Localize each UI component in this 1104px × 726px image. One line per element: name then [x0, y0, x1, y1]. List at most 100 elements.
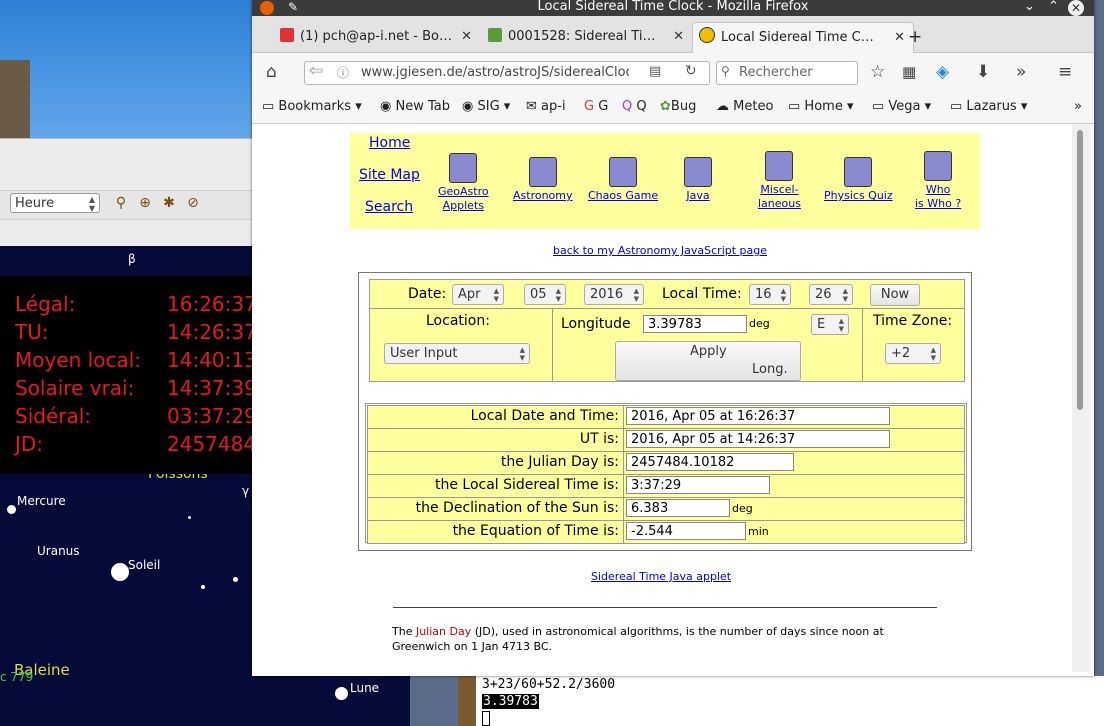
heure-select[interactable]: Heure ▲ ▼	[10, 193, 100, 213]
bookmark-star-icon[interactable]: ☆	[870, 53, 885, 91]
julian-day-output[interactable]: 2457484.10182	[626, 453, 794, 471]
crosshair-icon[interactable]: ⊕	[136, 194, 154, 212]
nav-sitemap-link[interactable]: Site Map	[359, 167, 420, 183]
info-icon[interactable]: ⓘ	[337, 64, 349, 81]
clock-label: JD:	[15, 432, 44, 456]
nav-java[interactable]: Java	[684, 157, 712, 203]
bookmark-bug[interactable]: ✿Bug	[660, 91, 696, 123]
east-west-value: E	[817, 317, 826, 332]
close-tab-icon[interactable]: ✕	[461, 22, 472, 52]
url-bar[interactable]: ⇦ ⓘ www.jgiesen.de/astro/astroJS/siderea…	[304, 61, 710, 85]
planet-label-uranus: Uranus	[37, 544, 80, 558]
clock-label: TU:	[15, 320, 49, 344]
menu-icon[interactable]: ≡	[1058, 53, 1072, 91]
result-label: Local Date and Time:	[470, 408, 619, 424]
result-value-cell: -2.544 min	[623, 520, 965, 544]
magic-wand-icon[interactable]: ✱	[160, 194, 178, 212]
nav-physics-quiz[interactable]: Physics Quiz	[824, 157, 893, 203]
bookmark-vega[interactable]: ▭ Vega ▾	[872, 91, 931, 123]
tab-mantis[interactable]: 0001528: Sidereal Ti… ✕	[482, 22, 692, 52]
back-to-javascript-link[interactable]: back to my Astronomy JavaScript page	[553, 244, 767, 257]
minimize-icon[interactable]: ⌄	[1024, 0, 1035, 14]
now-button[interactable]: Now	[870, 284, 920, 306]
bookmark-ap-i[interactable]: ✉ ap-i	[526, 91, 566, 123]
folder-icon	[844, 157, 873, 187]
ut-output[interactable]: 2016, Apr 05 at 14:26:37	[626, 430, 890, 448]
close-tab-icon[interactable]: ✕	[894, 23, 905, 53]
site-navigation: Home Site Map Search GeoAstro Applets As…	[350, 133, 980, 229]
location-select[interactable]: User Input ▲ ▼	[384, 343, 530, 364]
bookmark-label: New Tab	[395, 99, 450, 114]
folder-icon	[449, 153, 478, 183]
page-content: Home Site Map Search GeoAstro Applets As…	[256, 124, 1068, 672]
reload-icon[interactable]: ↻	[685, 63, 697, 79]
nav-search-link[interactable]: Search	[365, 199, 413, 215]
close-tab-icon[interactable]: ✕	[673, 22, 684, 52]
timezone-select[interactable]: +2 ▲ ▼	[885, 343, 941, 364]
julian-day-link[interactable]: Julian Day	[416, 625, 471, 638]
bookmark-g[interactable]: G G	[584, 91, 608, 123]
nav-who-is-who[interactable]: Who is Who ?	[915, 151, 961, 211]
result-label-cell: the Equation of Time is:	[367, 520, 624, 544]
home-icon[interactable]: ⌂	[266, 53, 277, 91]
tab-mail[interactable]: (1) pch@ap-i.net - Bo… ✕	[274, 22, 480, 52]
nav-chaos-game[interactable]: Chaos Game	[588, 157, 658, 203]
reader-view-icon[interactable]: ▤	[649, 64, 661, 79]
nav-miscellaneous[interactable]: Miscel- laneous	[758, 151, 801, 211]
page-scrollbar[interactable]	[1072, 124, 1090, 672]
window-titlebar: ✎ Local Sidereal Time Clock - Mozilla Fi…	[252, 0, 1094, 16]
bookmark-home[interactable]: ▭ Home ▾	[788, 91, 853, 123]
tab-label: 0001528: Sidereal Ti…	[508, 29, 656, 44]
nav-geoastro-applets[interactable]: GeoAstro Applets	[438, 153, 489, 213]
java-applet-link[interactable]: Sidereal Time Java applet	[591, 570, 731, 583]
navigation-toolbar: ⌂ ⇦ ⓘ www.jgiesen.de/astro/astroJS/sider…	[252, 53, 1094, 91]
scrollbar-thumb[interactable]	[1077, 130, 1083, 410]
new-tab-button[interactable]: +	[908, 22, 928, 52]
no-sign-icon[interactable]: ⊘	[184, 194, 202, 212]
planet-mercure[interactable]	[7, 505, 16, 514]
bookmark-lazarus[interactable]: ▭ Lazarus ▾	[950, 91, 1027, 123]
terminal-window[interactable]: 3+23/60+52.2/3600 3.39783	[458, 676, 1104, 726]
location-value: User Input	[390, 346, 458, 361]
longitude-input[interactable]: 3.39783	[643, 315, 747, 333]
minute-select[interactable]: 26 ▲ ▼	[809, 284, 853, 305]
close-window-icon[interactable]: ✕	[1068, 0, 1084, 16]
bookmarks-overflow-icon[interactable]: »	[1074, 91, 1082, 123]
search-bar[interactable]: ⚲ Rechercher	[716, 61, 858, 85]
download-icon[interactable]: ⬇	[976, 53, 990, 91]
clock-favicon-icon	[699, 27, 715, 43]
sun-label-soleil: Soleil	[128, 558, 161, 572]
month-select[interactable]: Apr ▲ ▼	[452, 284, 504, 305]
bookmark-new-tab[interactable]: ◉ New Tab	[380, 91, 450, 123]
local-datetime-output[interactable]: 2016, Apr 05 at 16:26:37	[626, 407, 890, 425]
bookmark-bookmarks[interactable]: ▭ Bookmarks ▾	[262, 91, 362, 123]
bookmark-q[interactable]: Q Q	[622, 91, 647, 123]
bookmark-sig[interactable]: ◉ SIG ▾	[462, 91, 510, 123]
overflow-icon[interactable]: »	[1016, 53, 1026, 91]
bookmark-label: SIG	[477, 99, 500, 114]
spinner-icon: ▲ ▼	[842, 287, 848, 303]
bookmark-meteo[interactable]: ☁ Meteo	[716, 91, 773, 123]
tab-sidereal-clock[interactable]: Local Sidereal Time C… ✕	[692, 22, 914, 53]
day-select[interactable]: 05 ▲ ▼	[524, 284, 566, 305]
east-west-select[interactable]: E ▲ ▼	[811, 314, 849, 335]
back-icon[interactable]: ⇦	[309, 61, 323, 81]
lst-output[interactable]: 3:37:29	[626, 476, 770, 494]
year-select[interactable]: 2016 ▲ ▼	[584, 284, 644, 305]
hour-select[interactable]: 16 ▲ ▼	[749, 284, 791, 305]
sync-icon[interactable]: ◈	[936, 53, 949, 91]
maximize-icon[interactable]: ⌃	[1048, 0, 1059, 14]
spinner-icon: ▲ ▼	[838, 317, 844, 333]
apply-longitude-button[interactable]: Apply Long.	[615, 341, 801, 381]
telescope-icon[interactable]: ⚲	[112, 194, 130, 212]
nav-home-link[interactable]: Home	[369, 135, 410, 151]
nav-astronomy[interactable]: Astronomy	[513, 157, 573, 203]
moon-lune[interactable]	[335, 687, 348, 700]
spinner-icon: ▲ ▼	[493, 287, 499, 303]
timezone-cell: Time Zone: +2 ▲ ▼	[862, 308, 965, 382]
sun-soleil[interactable]	[111, 563, 129, 581]
equation-of-time-output[interactable]: -2.544	[626, 522, 746, 540]
pin-icon[interactable]: ✎	[288, 0, 298, 14]
sun-declination-output[interactable]: 6.383	[626, 499, 730, 517]
reading-list-icon[interactable]: ▦	[902, 53, 916, 91]
